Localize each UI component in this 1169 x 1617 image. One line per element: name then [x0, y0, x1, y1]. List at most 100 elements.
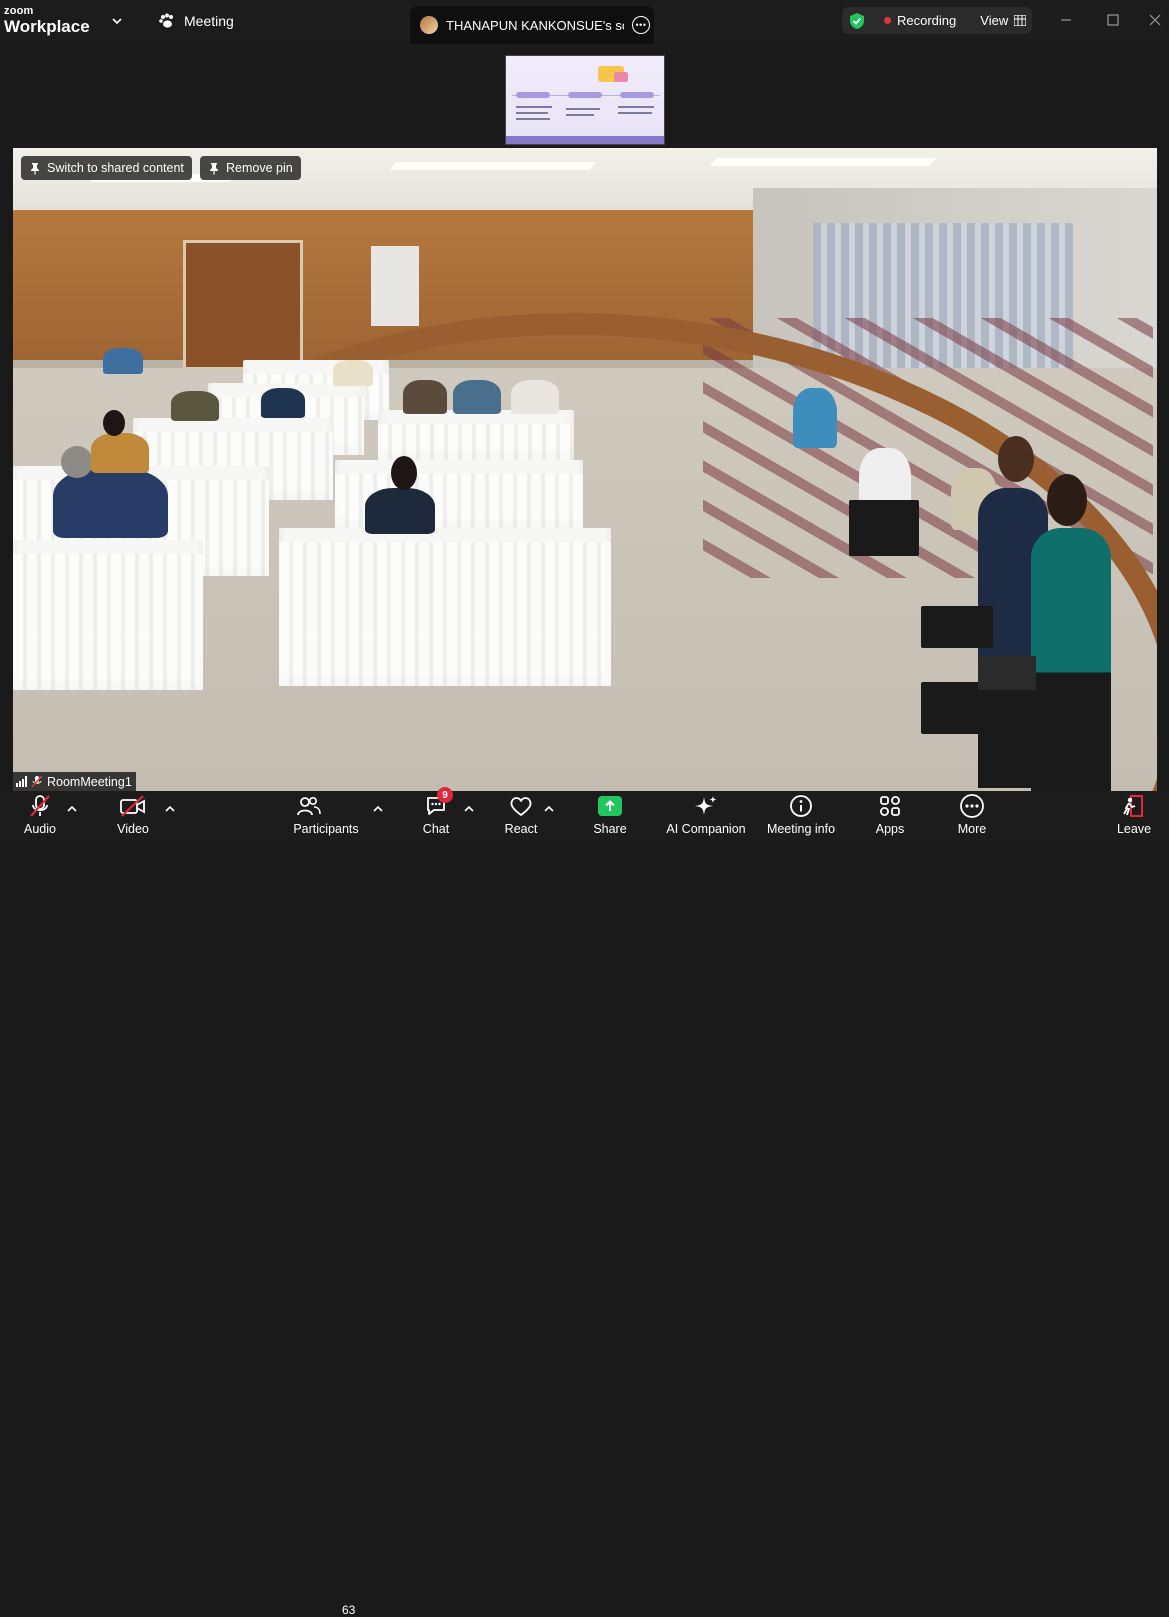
meeting-menu[interactable]: Meeting: [158, 13, 234, 29]
view-label: View: [980, 13, 1009, 28]
meeting-info-button[interactable]: Meeting info: [764, 791, 838, 842]
minimize-icon[interactable]: [1058, 12, 1074, 28]
audio-button[interactable]: Audio: [20, 791, 60, 842]
slide-text-line: [516, 112, 548, 114]
maximize-icon[interactable]: [1105, 12, 1121, 28]
person: [511, 380, 559, 414]
shared-screen-title: THANAPUN KANKONSUE's screen: [446, 17, 624, 33]
bottom-toolbar: Audio Video Participants 63 9 Chat React: [0, 787, 1169, 1617]
main-video[interactable]: [13, 148, 1157, 791]
recording-label[interactable]: Recording: [897, 13, 956, 28]
slide-text-line: [618, 112, 652, 114]
shield-icon[interactable]: [848, 12, 866, 30]
person: [403, 380, 447, 414]
apps-icon: [880, 796, 900, 816]
heart-icon: [510, 797, 532, 816]
zoom-logo[interactable]: zoom Workplace: [4, 5, 90, 36]
paw-icon: [159, 13, 173, 28]
person-head: [391, 456, 417, 490]
folder-illustration-accent: [614, 72, 628, 82]
recording-dot-icon: [884, 17, 891, 24]
person-head: [998, 436, 1034, 482]
slide-bar: [620, 92, 654, 98]
participants-count: 63: [342, 1603, 356, 1617]
video-label: Video: [117, 822, 149, 836]
leave-button[interactable]: Leave: [1116, 791, 1152, 842]
ai-companion-button[interactable]: AI Companion: [664, 791, 748, 842]
laptop: [921, 606, 993, 648]
ceiling-light: [709, 158, 937, 166]
more-icon[interactable]: •••: [632, 16, 650, 34]
participants-button[interactable]: Participants: [292, 791, 360, 842]
shared-content-thumbnail[interactable]: [505, 55, 665, 145]
person: [793, 388, 837, 448]
avatar: [420, 16, 438, 34]
participant-name: RoomMeeting1: [47, 774, 132, 789]
chevron-down-icon[interactable]: [110, 14, 124, 28]
person-head: [103, 410, 125, 436]
chevron-up-icon[interactable]: [67, 805, 77, 813]
tab-shared-screen[interactable]: THANAPUN KANKONSUE's screen •••: [410, 6, 654, 44]
person: [333, 360, 373, 386]
chevron-up-icon[interactable]: [165, 805, 175, 813]
table: [279, 528, 611, 686]
more-icon: [960, 794, 984, 818]
slide-text-line: [618, 106, 654, 108]
slide-text-line: [516, 118, 550, 120]
slide-bar: [568, 92, 602, 98]
mouse-pad: [978, 656, 1036, 690]
slide-text-line: [566, 114, 594, 116]
leave-label: Leave: [1116, 822, 1152, 836]
chevron-up-icon[interactable]: [464, 805, 474, 813]
switch-to-shared-content-button[interactable]: Switch to shared content: [21, 156, 192, 180]
room-door: [183, 240, 303, 370]
slide-footer: [506, 136, 664, 144]
person-head: [1047, 474, 1087, 526]
remove-pin-button[interactable]: Remove pin: [200, 156, 301, 180]
signal-icon: [16, 776, 27, 787]
person: [91, 433, 149, 473]
person: [453, 380, 501, 414]
person: [53, 468, 168, 538]
mic-muted-icon: [31, 775, 43, 788]
meeting-label: Meeting: [184, 13, 234, 29]
ai-companion-label: AI Companion: [666, 822, 746, 836]
react-button[interactable]: React: [503, 791, 539, 842]
apps-label: Apps: [875, 822, 905, 836]
slide-text-line: [566, 108, 600, 110]
laptop: [849, 500, 919, 556]
share-button[interactable]: Share: [592, 791, 628, 842]
person: [103, 348, 143, 374]
chat-label: Chat: [422, 822, 450, 836]
video-button[interactable]: Video: [113, 791, 153, 842]
switch-label: Switch to shared content: [47, 161, 184, 175]
react-label: React: [504, 822, 538, 836]
chat-button[interactable]: 9 Chat: [419, 787, 453, 842]
apps-button[interactable]: Apps: [872, 791, 908, 842]
brand-small: zoom: [4, 5, 34, 17]
table: [13, 540, 203, 690]
person-head: [61, 446, 93, 478]
leave-door-icon: [1123, 795, 1143, 817]
participants-icon: [297, 796, 321, 816]
participants-label: Participants: [293, 822, 359, 836]
share-label: Share: [593, 822, 627, 836]
close-icon[interactable]: [1147, 12, 1163, 28]
audio-label: Audio: [24, 822, 56, 836]
more-button[interactable]: More: [954, 791, 990, 842]
video-off-icon: [120, 795, 145, 817]
pin-icon: [31, 162, 39, 174]
slide-bar: [516, 92, 550, 98]
person: [171, 391, 219, 421]
participant-name-tag: RoomMeeting1: [13, 772, 136, 791]
sparkle-icon: [695, 796, 717, 815]
chevron-up-icon[interactable]: [373, 805, 383, 813]
view-button[interactable]: View: [980, 13, 1027, 28]
person: [261, 388, 305, 418]
more-label: More: [957, 822, 987, 836]
table: [378, 410, 574, 460]
white-door: [371, 246, 419, 326]
share-screen-icon: [598, 796, 622, 816]
chevron-up-icon[interactable]: [544, 805, 554, 813]
pin-icon: [210, 162, 218, 174]
